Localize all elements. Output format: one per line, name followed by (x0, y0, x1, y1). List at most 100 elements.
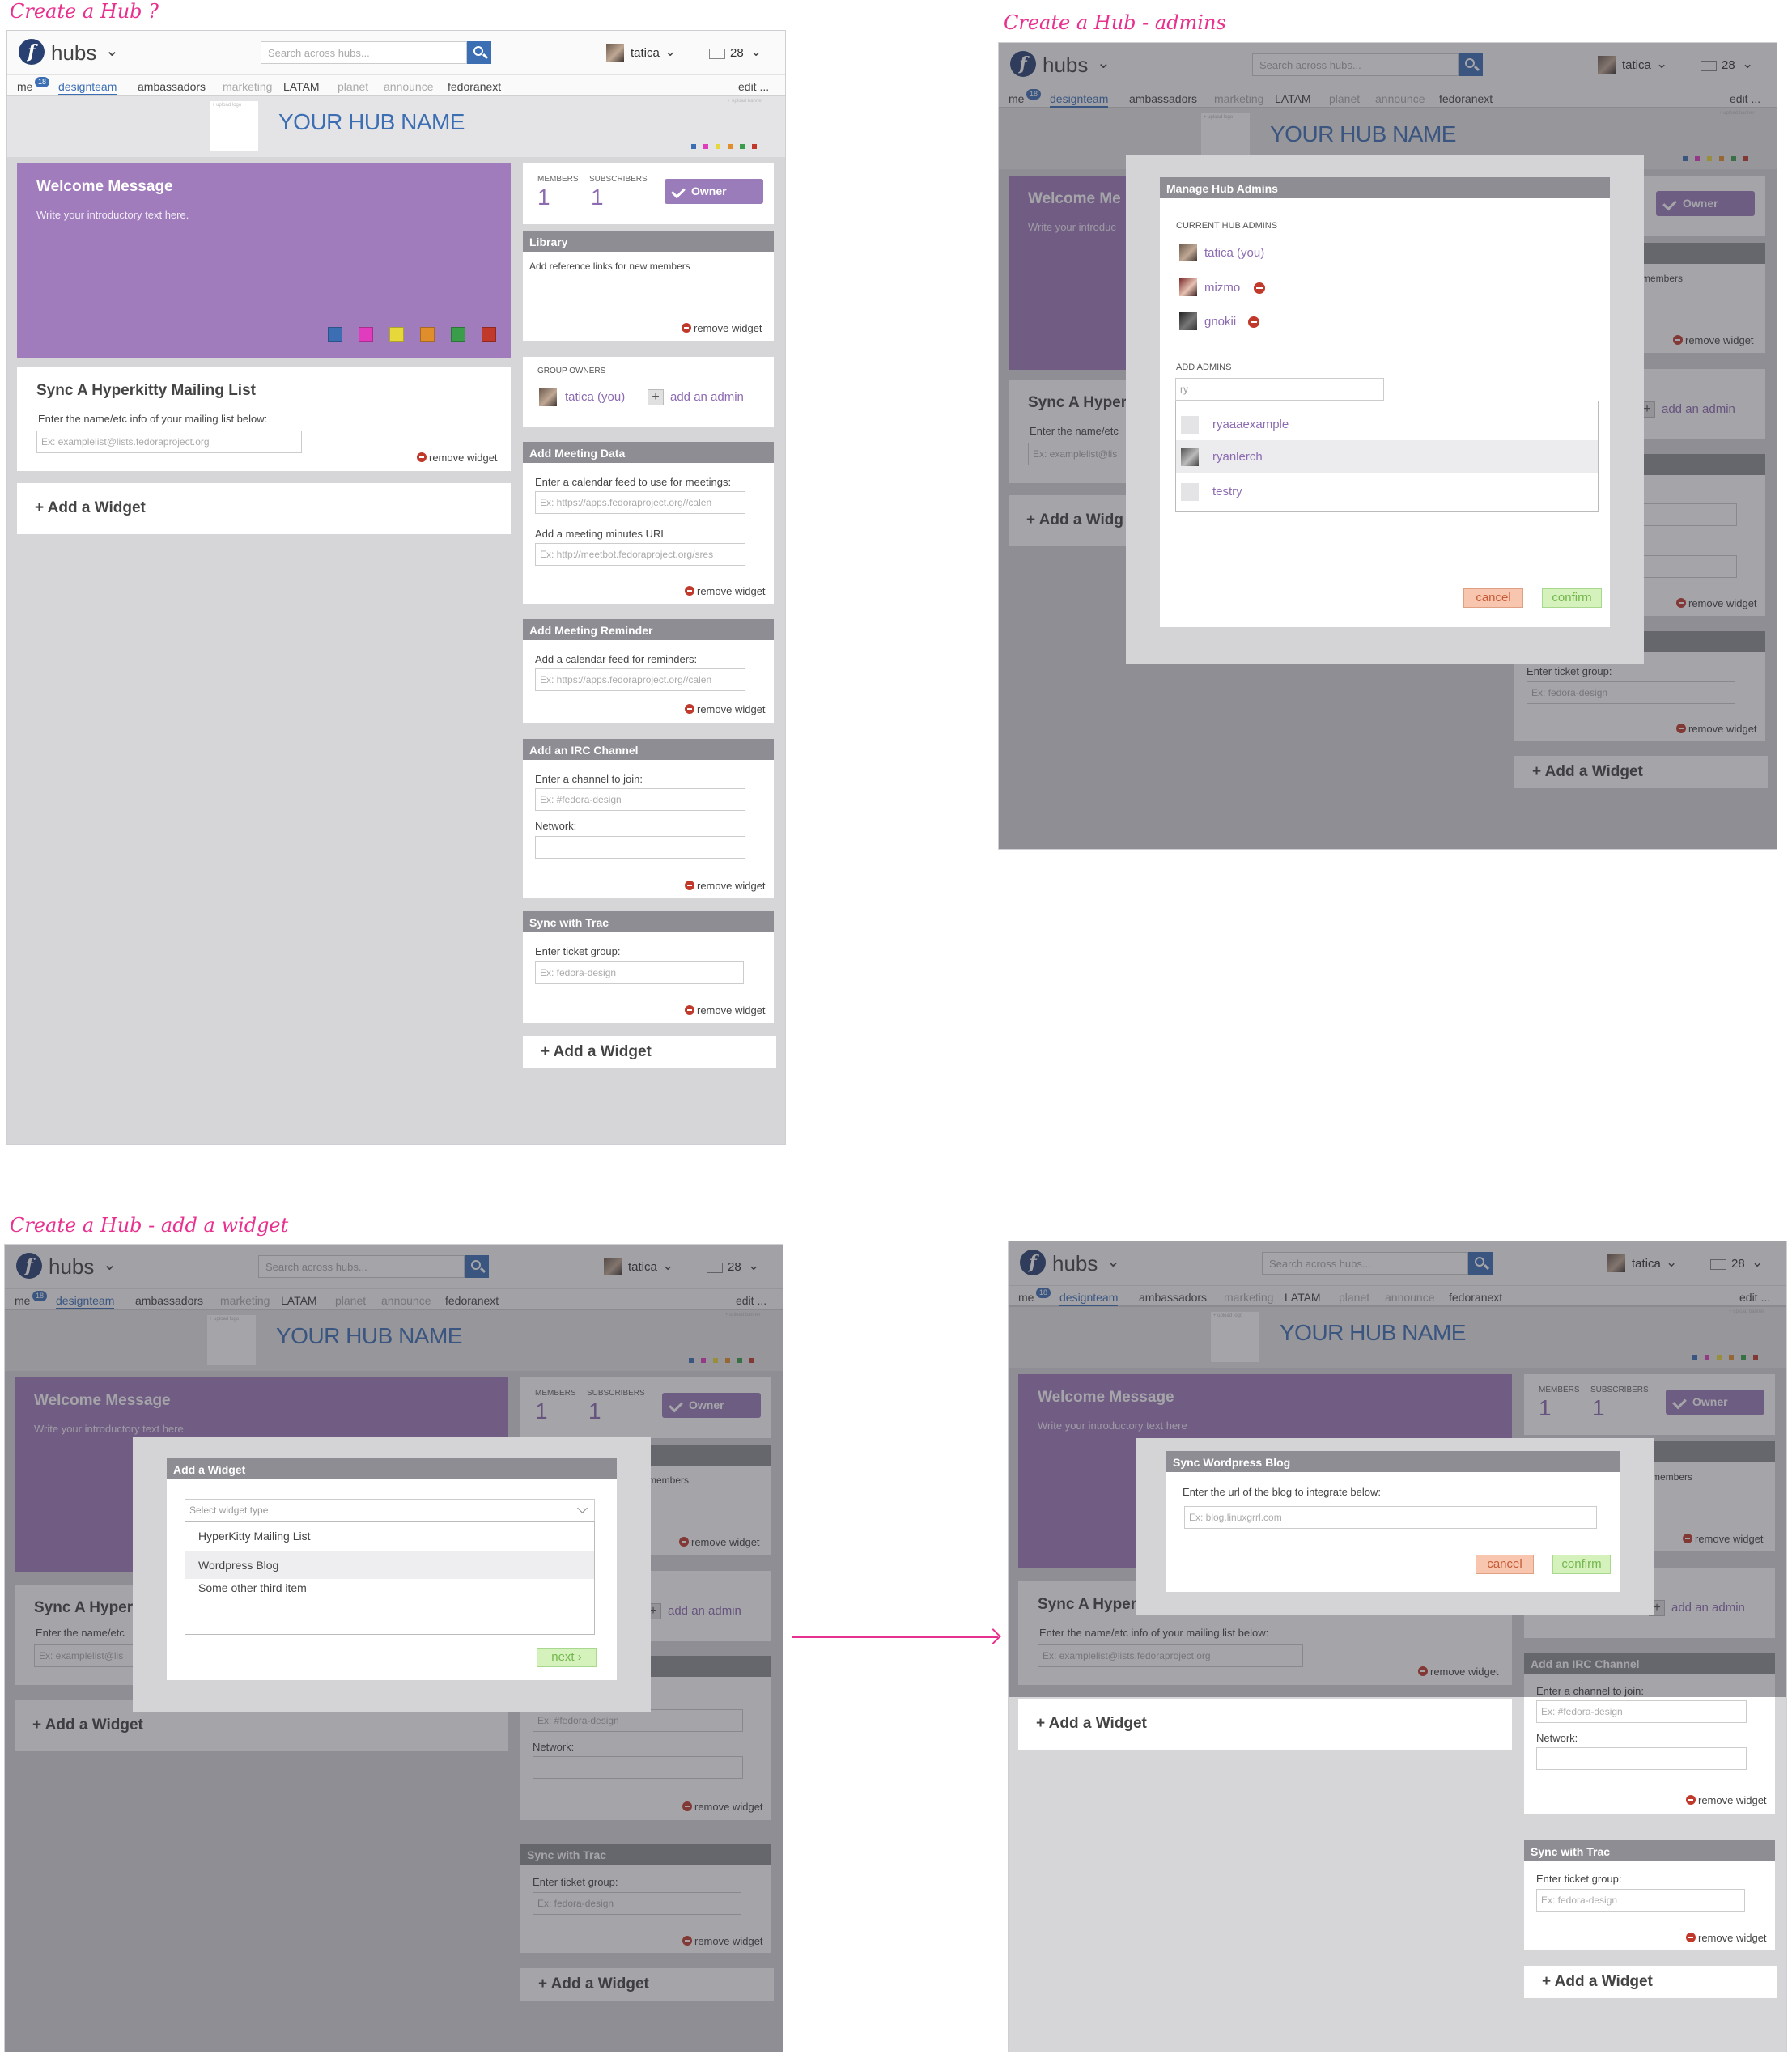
upload-banner-link[interactable]: + upload banner (728, 99, 763, 104)
irc-channel-input[interactable]: Ex: #fedora-design (1536, 1700, 1747, 1723)
add-widget-button[interactable]: + Add a Widget (1542, 1973, 1653, 1991)
owner-tatica-link[interactable]: tatica (you) (565, 390, 625, 404)
flow-arrow (792, 1636, 998, 1638)
tab-designteam[interactable]: designteam (58, 80, 117, 95)
tab-me[interactable]: me (17, 80, 32, 93)
remove-widget-button[interactable]: remove widget (685, 585, 766, 597)
remove-admin-icon[interactable] (1254, 282, 1265, 294)
color-swatch[interactable] (389, 327, 404, 342)
irc-channel-input[interactable]: Ex: #fedora-design (535, 788, 745, 811)
envelope-icon[interactable] (709, 49, 725, 59)
irc-network-label: Network: (1536, 1732, 1578, 1744)
chevron-down-icon[interactable]: ⌄ (665, 44, 676, 60)
arrow-right-icon (985, 1628, 1001, 1644)
ticket-group-input[interactable]: Ex: fedora-design (535, 961, 744, 984)
suggestion-option[interactable]: ryanlerch (1176, 440, 1598, 473)
meeting-reminder-widget: Add Meeting Reminder Add a calendar feed… (523, 619, 774, 723)
color-swatch[interactable] (359, 327, 373, 342)
library-text: Add reference links for new members (529, 261, 690, 272)
color-swatch[interactable] (451, 327, 465, 342)
hub-color-dot (728, 144, 733, 149)
sync-wordpress-title: Sync Wordpress Blog (1166, 1451, 1620, 1472)
chevron-down-icon (577, 1503, 588, 1513)
admin-avatar (1179, 312, 1197, 330)
remove-widget-button[interactable]: remove widget (685, 703, 766, 715)
remove-widget-button[interactable]: remove widget (1686, 1932, 1767, 1944)
irc-network-input[interactable] (1536, 1747, 1747, 1770)
confirm-button[interactable]: confirm (1542, 588, 1602, 608)
ticket-group-input[interactable]: Ex: fedora-design (1536, 1889, 1745, 1912)
admin-mizmo[interactable]: mizmo (1204, 281, 1240, 295)
irc-network-input[interactable] (535, 836, 745, 859)
add-widget-card[interactable]: + Add a Widget (523, 1036, 776, 1068)
meeting-data-title: Add Meeting Data (523, 442, 774, 463)
tab-announce[interactable]: announce (384, 80, 434, 93)
add-widget-button[interactable]: + Add a Widget (35, 499, 146, 517)
cancel-button[interactable]: cancel (1476, 1555, 1534, 1574)
color-swatch[interactable] (328, 327, 342, 342)
tab-planet[interactable]: planet (338, 80, 368, 93)
trac-widget: Sync with Trac Enter ticket group: Ex: f… (523, 911, 774, 1023)
owner-button[interactable]: Owner (665, 179, 763, 204)
remove-admin-icon[interactable] (1248, 316, 1259, 328)
admin-gnokii[interactable]: gnokii (1204, 315, 1236, 329)
add-widget-card[interactable]: + Add a Widget (17, 483, 511, 534)
reminder-feed-input[interactable]: Ex: https://apps.fedoraproject.org//cale… (535, 668, 745, 691)
add-widget-button[interactable]: + Add a Widget (541, 1043, 652, 1061)
fedora-logo-icon[interactable]: f (19, 39, 45, 65)
upload-logo-box[interactable]: + upload logo (210, 101, 258, 151)
blog-url-input[interactable]: Ex: blog.linuxgrrl.com (1184, 1506, 1597, 1529)
subscribers-count: 1 (591, 185, 604, 210)
plus-icon[interactable]: + (648, 389, 664, 405)
admin-tatica[interactable]: tatica (you) (1204, 246, 1264, 260)
user-avatar[interactable] (606, 44, 624, 62)
widget-option-hyperkitty[interactable]: HyperKitty Mailing List (185, 1522, 594, 1550)
remove-widget-button[interactable]: remove widget (1686, 1794, 1767, 1806)
welcome-text[interactable]: Write your introductory text here. (36, 209, 189, 221)
mail-count[interactable]: 28 (730, 46, 744, 60)
minutes-url-input[interactable]: Ex: http://meetbot.fedoraproject.org/sre… (535, 543, 745, 566)
user-menu-name[interactable]: tatica (631, 46, 660, 60)
minutes-url-label: Add a meeting minutes URL (535, 528, 667, 540)
caption-create-hub-add-widget: Create a Hub - add a widget (10, 1214, 289, 1237)
add-admin-input[interactable]: ry (1175, 378, 1384, 401)
search-button[interactable] (467, 41, 491, 64)
stats-widget: MEMBERS 1 SUBSCRIBERS 1 Owner (523, 163, 774, 224)
suggestion-option[interactable]: ryaaaexample (1176, 408, 1598, 440)
tab-ambassadors[interactable]: ambassadors (138, 80, 206, 93)
chevron-down-icon[interactable]: ⌄ (105, 40, 119, 61)
remove-widget-button[interactable]: remove widget (685, 1004, 766, 1016)
add-widget-card[interactable]: + Add a Widget (1018, 1699, 1512, 1750)
add-widget-card[interactable]: + Add a Widget (1524, 1966, 1777, 1998)
remove-widget-button[interactable]: remove widget (682, 322, 762, 334)
next-button[interactable]: next › (537, 1648, 597, 1667)
color-swatch[interactable] (482, 327, 496, 342)
widget-option-other[interactable]: Some other third item (185, 1574, 594, 1602)
mockup-sheet: Create a Hub ? Create a Hub - admins Cre… (0, 0, 1792, 2054)
chevron-down-icon[interactable]: ⌄ (750, 44, 762, 60)
notification-badge: 18 (35, 77, 49, 87)
search-input[interactable]: Search across hubs... (261, 41, 467, 64)
remove-widget-button[interactable]: remove widget (685, 880, 766, 892)
add-admin-link[interactable]: add an admin (670, 390, 744, 404)
add-widget-button[interactable]: + Add a Widget (1036, 1715, 1147, 1733)
trac-title: Sync with Trac (523, 911, 774, 932)
remove-widget-button[interactable]: remove widget (417, 452, 498, 464)
edit-tabs-link[interactable]: edit ... (738, 80, 769, 93)
confirm-button[interactable]: confirm (1552, 1555, 1611, 1574)
tab-marketing[interactable]: marketing (223, 80, 272, 93)
meeting-data-widget: Add Meeting Data Enter a calendar feed t… (523, 442, 774, 604)
hub-color-dot (740, 144, 745, 149)
color-swatch[interactable] (420, 327, 435, 342)
mailing-list-input[interactable]: Ex: examplelist@lists.fedoraproject.org (36, 431, 302, 453)
cancel-button[interactable]: cancel (1463, 588, 1523, 608)
tab-fedoranext[interactable]: fedoranext (448, 80, 501, 93)
members-count: 1 (537, 185, 550, 210)
widget-type-select[interactable]: Select widget type (185, 1499, 595, 1521)
caption-create-hub: Create a Hub ? (10, 0, 159, 23)
mailing-list-widget: Sync A Hyperkitty Mailing List Enter the… (17, 367, 511, 471)
tab-latam[interactable]: LATAM (283, 80, 320, 93)
suggestion-option[interactable]: testry (1176, 475, 1598, 507)
calendar-feed-input[interactable]: Ex: https://apps.fedoraproject.org//cale… (535, 491, 745, 514)
admin-avatar (1179, 278, 1197, 296)
